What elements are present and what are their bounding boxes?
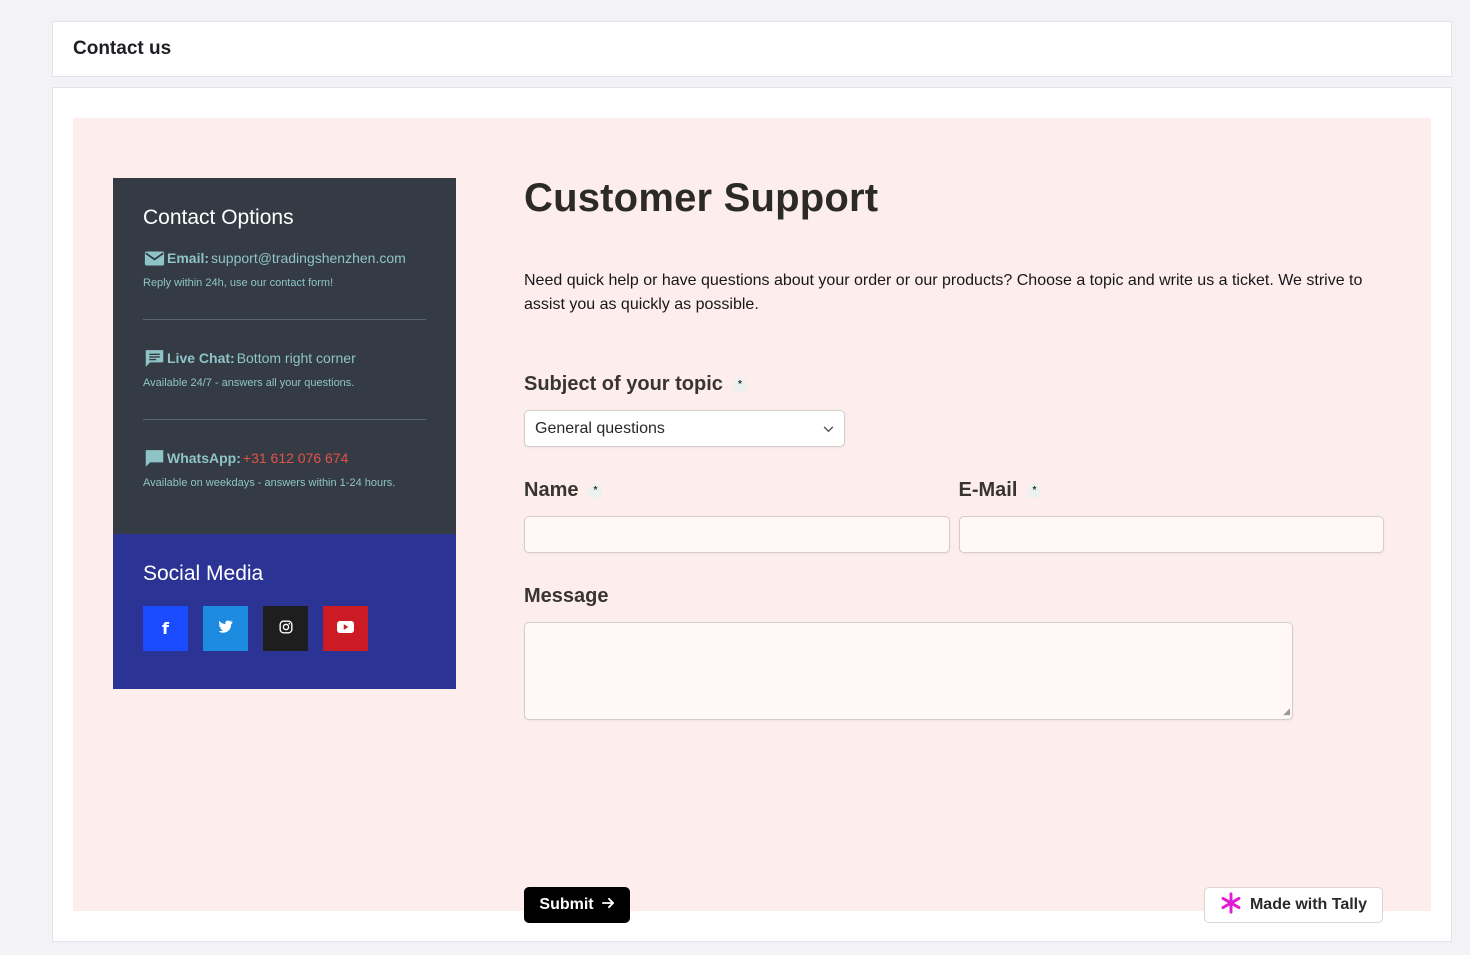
required-mark: * <box>588 483 603 498</box>
youtube-button[interactable] <box>323 606 368 651</box>
contact-options-title: Contact Options <box>143 206 294 229</box>
arrow-right-icon <box>601 896 615 914</box>
contact-chat-note: Available 24/7 - answers all your questi… <box>143 377 355 389</box>
contact-email-value[interactable]: support@tradingshenzhen.com <box>211 250 406 266</box>
form-description: Need quick help or have questions about … <box>524 272 1363 313</box>
contact-divider <box>143 319 426 320</box>
social-media-panel: Social Media f <box>113 534 456 689</box>
resize-handle-icon[interactable]: ◢ <box>1283 706 1290 717</box>
message-textarea[interactable]: ◢ <box>524 622 1293 720</box>
contact-whatsapp-label: WhatsApp: <box>167 450 241 466</box>
twitter-icon <box>218 620 233 637</box>
subject-field: Subject of your topic * General question… <box>524 373 1394 447</box>
instagram-button[interactable] <box>263 606 308 651</box>
made-with-tally-badge[interactable]: Made with Tally <box>1204 887 1383 923</box>
required-mark: * <box>732 377 747 392</box>
submit-label: Submit <box>539 896 594 913</box>
contact-item-whatsapp: WhatsApp: +31 612 076 674 Available on w… <box>143 448 426 489</box>
contact-chat-value: Bottom right corner <box>236 350 356 366</box>
form-background: Contact Options Email: support@tradingsh… <box>73 118 1431 923</box>
tally-label: Made with Tally <box>1249 896 1368 913</box>
chat-icon <box>143 348 165 368</box>
name-field: Name * <box>524 479 950 553</box>
contact-item-email: Email: support@tradingshenzhen.com Reply… <box>143 248 426 289</box>
contact-email-note: Reply within 24h, use our contact form! <box>143 277 334 289</box>
email-field: E-Mail * <box>958 479 1384 553</box>
required-mark: * <box>1027 483 1042 498</box>
facebook-icon: f <box>162 619 169 638</box>
contact-options-panel: Contact Options Email: support@tradingsh… <box>113 178 456 534</box>
content-card: Contact Options Email: support@tradingsh… <box>52 87 1452 942</box>
contact-divider <box>143 419 426 420</box>
contact-item-livechat: Live Chat: Bottom right corner Available… <box>143 348 426 389</box>
email-icon <box>143 248 165 268</box>
chevron-down-icon <box>823 420 834 438</box>
message-field: Message ◢ <box>524 585 1394 720</box>
whatsapp-icon <box>143 448 165 468</box>
form-title: Customer Support <box>524 176 879 220</box>
email-input[interactable] <box>958 516 1384 553</box>
contact-whatsapp-value[interactable]: +31 612 076 674 <box>243 450 349 466</box>
contact-chat-label: Live Chat: <box>167 350 235 366</box>
email-label: E-Mail <box>958 479 1018 501</box>
support-form: Customer Support Need quick help or have… <box>524 176 1394 923</box>
twitter-button[interactable] <box>203 606 248 651</box>
contact-whatsapp-note: Available on weekdays - answers within 1… <box>143 477 396 489</box>
subject-select[interactable]: General questions <box>524 410 845 447</box>
tally-asterisk-icon <box>1220 891 1242 919</box>
name-label: Name <box>524 479 579 501</box>
name-email-row: Name * E-Mail * <box>524 479 1384 553</box>
subject-select-value: General questions <box>535 419 665 437</box>
facebook-button[interactable]: f <box>143 606 188 651</box>
subject-label: Subject of your topic <box>524 373 723 395</box>
submit-button[interactable]: Submit <box>524 887 630 923</box>
name-input[interactable] <box>524 516 950 553</box>
contact-email-label: Email: <box>167 250 210 266</box>
social-media-title: Social Media <box>143 562 264 585</box>
page-title: Contact us <box>73 38 172 59</box>
youtube-icon <box>337 620 354 637</box>
page-header: Contact us <box>52 21 1452 77</box>
instagram-icon <box>278 619 293 638</box>
message-label: Message <box>524 585 609 607</box>
